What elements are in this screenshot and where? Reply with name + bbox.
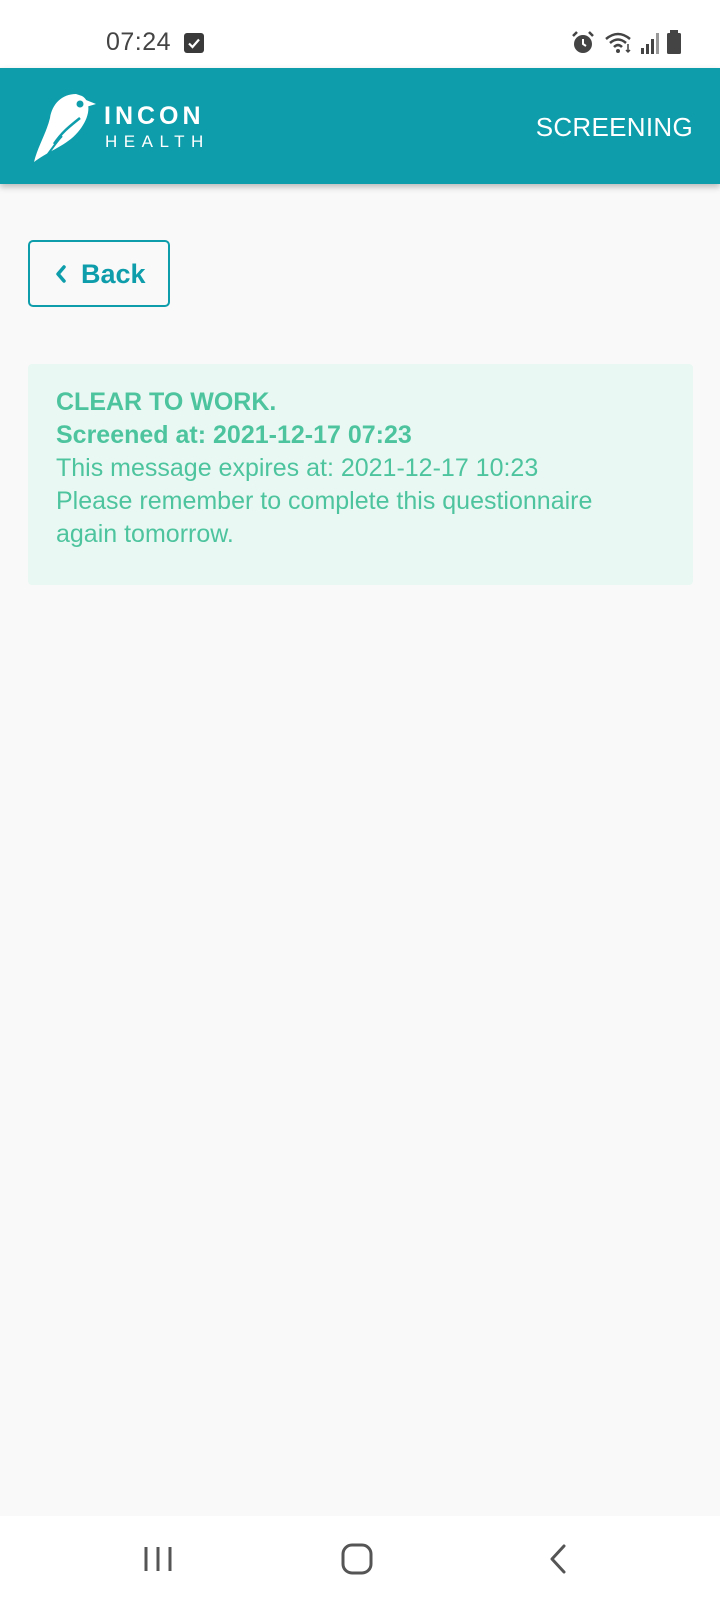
back-button[interactable]: Back [28, 240, 170, 307]
screening-result-alert: CLEAR TO WORK. Screened at: 2021-12-17 0… [28, 364, 693, 585]
alert-status: CLEAR TO WORK. [56, 388, 277, 416]
page-title: SCREENING [535, 112, 693, 142]
checkbox-notification-icon [184, 33, 204, 53]
wifi-icon [605, 32, 631, 54]
alarm-icon [572, 31, 594, 53]
status-bar: 07:24 [0, 0, 720, 68]
status-time: 07:24 [106, 28, 172, 56]
bird-logo-icon [34, 94, 96, 162]
alert-reminder-line2: again tomorrow. [56, 520, 234, 548]
app-bar: INCON HEALTH SCREENING [0, 68, 720, 184]
logo-text-health: HEALTH [105, 132, 210, 151]
alert-expires: This message expires at: 2021-12-17 10:2… [56, 454, 539, 482]
home-icon[interactable] [338, 1542, 378, 1576]
logo-text-incon: INCON [104, 102, 205, 130]
alert-screened-at: Screened at: 2021-12-17 07:23 [56, 421, 412, 449]
incon-health-logo: INCON HEALTH [32, 88, 222, 168]
recent-apps-icon[interactable] [138, 1542, 178, 1576]
chevron-left-icon [56, 265, 66, 283]
back-button-label: Back [81, 259, 146, 289]
signal-icon [641, 33, 659, 54]
battery-icon [667, 30, 681, 54]
alert-reminder-line1: Please remember to complete this questio… [56, 487, 593, 515]
back-icon[interactable] [540, 1542, 580, 1576]
system-nav-bar [0, 1516, 720, 1600]
